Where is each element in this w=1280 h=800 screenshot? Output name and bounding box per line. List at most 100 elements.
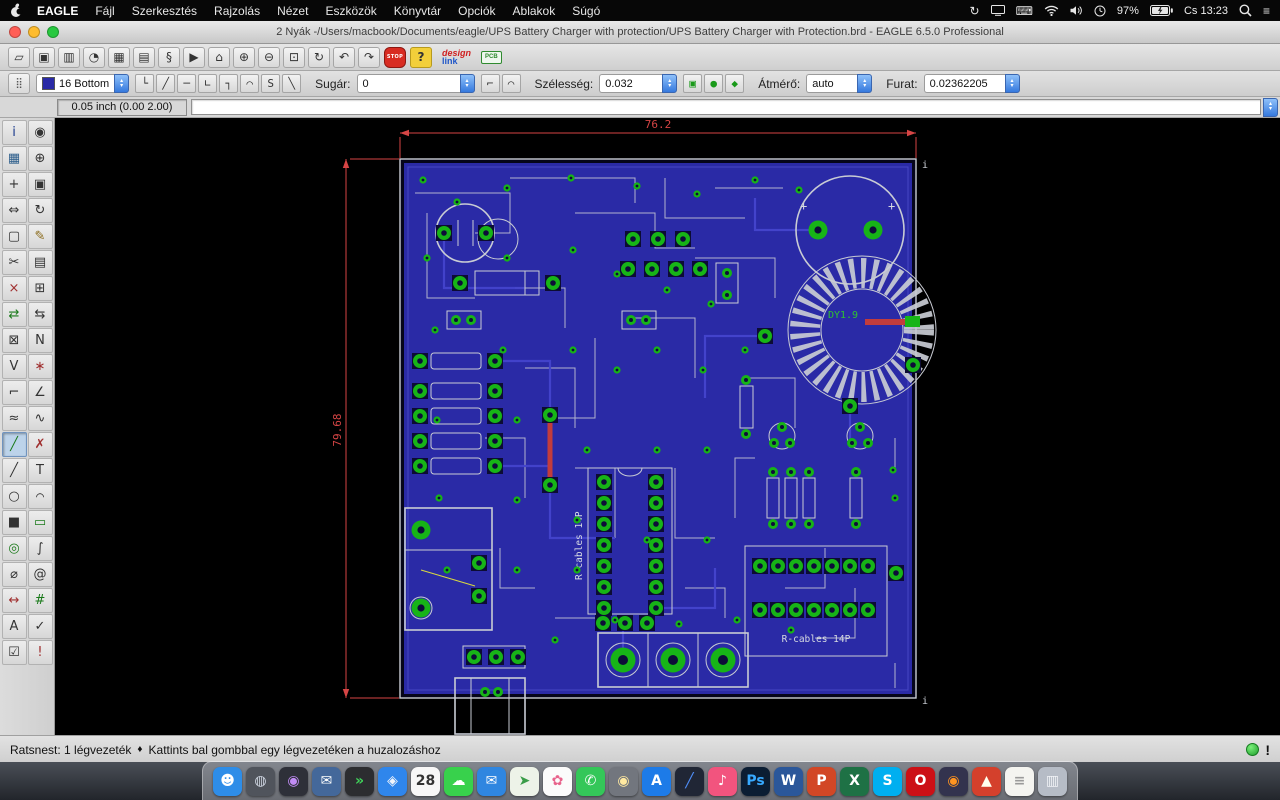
tool-copy[interactable]: ▣	[27, 172, 53, 197]
volume-icon[interactable]	[1070, 5, 1083, 16]
menu-0[interactable]: EAGLE	[37, 4, 78, 18]
sync-icon[interactable]: ↻	[970, 5, 980, 17]
toolbar-button-print[interactable]: ▥	[58, 46, 80, 68]
dock-icon-stocks[interactable]: ╱	[675, 766, 704, 796]
toolbar-button-zoom-select[interactable]: ⊡	[283, 46, 305, 68]
width-stepper[interactable]: ▴ ▾	[662, 74, 678, 93]
tool-errors[interactable]: !	[27, 640, 53, 665]
dock-icon-safari[interactable]: ◈	[378, 766, 407, 796]
toolbar-button-run[interactable]: ▶	[183, 46, 205, 68]
dock-icon-finder[interactable]: ☻	[213, 766, 242, 796]
tool-signal[interactable]: ∫	[27, 536, 53, 561]
dock-icon-photoshop[interactable]: Ps	[741, 766, 770, 796]
dock-icon-messages[interactable]: ☁	[444, 766, 473, 796]
menu-1[interactable]: Fájl	[95, 4, 114, 18]
tool-move[interactable]: +	[1, 172, 27, 197]
pcb-canvas[interactable]: + + DY1.9 R-cables 14P R-cables 14P 76.2…	[55, 118, 1280, 735]
tool-arc[interactable]: ⌒	[27, 484, 53, 509]
dock-icon-launchpad[interactable]: ◍	[246, 766, 275, 796]
menu-2[interactable]: Szerkesztés	[132, 4, 197, 18]
tool-cut[interactable]: ✂	[1, 250, 27, 275]
dock-icon-word[interactable]: W	[774, 766, 803, 796]
menu-3[interactable]: Rajzolás	[214, 4, 260, 18]
dock-icon-rocket[interactable]: ▲	[972, 766, 1001, 796]
dock-icon-calendar[interactable]: 28	[411, 766, 440, 796]
dock-icon-app-store[interactable]: A	[642, 766, 671, 796]
toolbar-button-zoom-out[interactable]: ⊖	[258, 46, 280, 68]
tool-circle[interactable]: ○	[1, 484, 27, 509]
dock-icon-mail[interactable]: ✉	[477, 766, 506, 796]
tool-value[interactable]: V	[1, 354, 27, 379]
tool-paste[interactable]: ▤	[27, 250, 53, 275]
diameter-select[interactable]: auto ▴ ▾	[806, 74, 873, 93]
apple-menu-icon[interactable]	[10, 3, 23, 18]
drill-select[interactable]: 0.02362205 ▴ ▾	[923, 74, 1020, 93]
tool-pinswap[interactable]: ⇄	[1, 302, 27, 327]
dock-icon-itunes[interactable]: ♪	[708, 766, 737, 796]
tool-dimension[interactable]: ↔	[1, 588, 27, 613]
drill-stepper[interactable]: ▴ ▾	[1004, 74, 1020, 93]
tool-ratsnest[interactable]: #	[27, 588, 53, 613]
tool-display[interactable]: ▦	[1, 146, 27, 171]
dock-icon-terminal[interactable]: »	[345, 766, 374, 796]
via-shape-1[interactable]: ●	[704, 74, 724, 93]
wifi-icon[interactable]	[1044, 5, 1059, 16]
dock-icon-facetime[interactable]: ✆	[576, 766, 605, 796]
layer-stepper[interactable]: ▴ ▾	[114, 74, 130, 93]
tool-via[interactable]: ◎	[1, 536, 27, 561]
layer-select[interactable]: 16 Bottom ▴ ▾	[36, 74, 130, 93]
tool-change[interactable]: ✎	[27, 224, 53, 249]
bend-style-7[interactable]: ╲	[282, 74, 302, 93]
bend-style-0[interactable]: └	[135, 74, 155, 93]
help-button[interactable]: ?	[410, 46, 432, 68]
toolbar-button-redo[interactable]: ↷	[358, 46, 380, 68]
dock-icon-photo-booth[interactable]: ◉	[609, 766, 638, 796]
bend-style-5[interactable]: ⌒	[240, 74, 260, 93]
tool-lock[interactable]: ⊠	[1, 328, 27, 353]
keyboard-icon[interactable]: ⌨	[1016, 5, 1033, 17]
tool-mirror[interactable]: ⇔	[1, 198, 27, 223]
tool-meander[interactable]: ∿	[27, 406, 53, 431]
toolbar-button-zoom-redraw[interactable]: ↻	[308, 46, 330, 68]
pcbquote-logo[interactable]: PCB	[481, 50, 502, 64]
bend-style-6[interactable]: S	[261, 74, 281, 93]
bend-style-3[interactable]: ∟	[198, 74, 218, 93]
grid-button[interactable]: ⣿	[8, 73, 30, 94]
tool-mark[interactable]: ⊕	[27, 146, 53, 171]
tool-smash[interactable]: ∗	[27, 354, 53, 379]
designlink-logo[interactable]: design link	[442, 49, 471, 66]
toolbar-button-open[interactable]: ▱	[8, 46, 30, 68]
minimize-button[interactable]	[28, 26, 40, 38]
dock-icon-maps[interactable]: ➤	[510, 766, 539, 796]
toolbar-button-run-script[interactable]: §	[158, 46, 180, 68]
toolbar-button-zoom-fit[interactable]: ⌂	[208, 46, 230, 68]
menu-8[interactable]: Ablakok	[513, 4, 556, 18]
diameter-stepper[interactable]: ▴ ▾	[857, 74, 873, 93]
radius-select[interactable]: 0 ▴ ▾	[356, 74, 475, 93]
tool-hole[interactable]: ⌀	[1, 562, 27, 587]
tool-text[interactable]: T	[27, 458, 53, 483]
dock-icon-excel[interactable]: X	[840, 766, 869, 796]
tool-miter[interactable]: ⌐	[1, 380, 27, 405]
tool-replace[interactable]: ⇆	[27, 302, 53, 327]
tool-ripup[interactable]: ✗	[27, 432, 53, 457]
tool-auto[interactable]: A	[1, 614, 27, 639]
toolbar-button-switch-editor[interactable]: ▦	[108, 46, 130, 68]
toolbar-button-undo[interactable]: ↶	[333, 46, 355, 68]
miter-style-1[interactable]: ⌒	[501, 74, 521, 93]
dock-icon-trash[interactable]: ▥	[1038, 766, 1067, 796]
tool-add[interactable]: ⊞	[27, 276, 53, 301]
tool-name[interactable]: N	[27, 328, 53, 353]
tool-wire[interactable]: ╱	[1, 458, 27, 483]
tool-attribute[interactable]: @	[27, 562, 53, 587]
menu-4[interactable]: Nézet	[277, 4, 308, 18]
tool-group[interactable]: ▢	[1, 224, 27, 249]
battery-icon[interactable]	[1149, 5, 1173, 16]
dock-icon-photos[interactable]: ✿	[543, 766, 572, 796]
clock-icon[interactable]	[1094, 5, 1106, 17]
width-select[interactable]: 0.032 ▴ ▾	[599, 74, 678, 93]
via-shape-0[interactable]: ▣	[683, 74, 703, 93]
menu-7[interactable]: Opciók	[458, 4, 495, 18]
toolbar-button-library[interactable]: ▤	[133, 46, 155, 68]
tool-erc[interactable]: ✓	[27, 614, 53, 639]
